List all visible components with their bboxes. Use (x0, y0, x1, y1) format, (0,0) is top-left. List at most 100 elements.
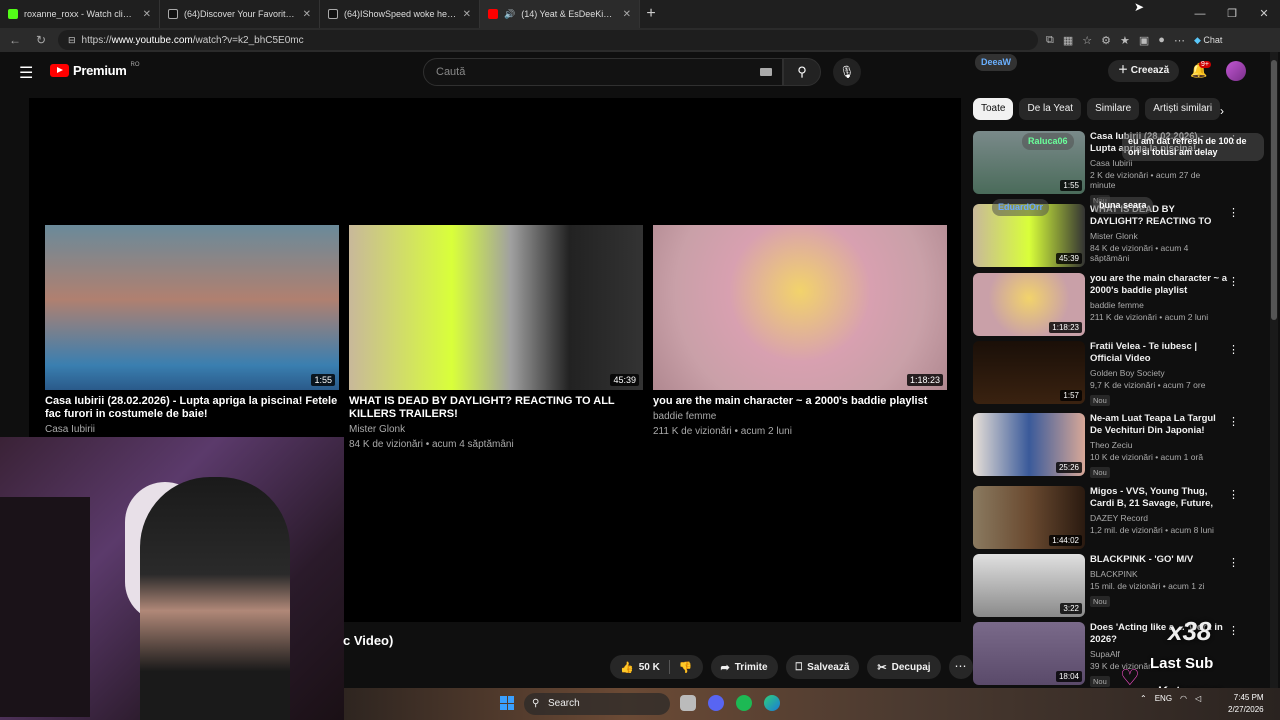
url-bar[interactable]: ⊟ https://www.youtube.com/watch?v=k2_bhC… (58, 30, 1038, 50)
video-thumbnail[interactable]: 1:44:02 (973, 486, 1085, 549)
chevron-up-icon[interactable]: ⌃ (1140, 694, 1147, 703)
favorite-star-icon[interactable]: ☆ (1082, 34, 1092, 47)
channel-name[interactable]: Golden Boy Society (1090, 368, 1228, 378)
browser-tab-tiktok-1[interactable]: (64)Discover Your Favorite Bird: Fu ✕ (160, 0, 320, 28)
channel-name[interactable]: Mister Glonk (1090, 231, 1228, 241)
video-thumbnail[interactable]: 18:04 (973, 622, 1085, 685)
search-input[interactable]: Caută (423, 58, 783, 86)
translate-icon[interactable]: ⧉ (1046, 34, 1054, 47)
browser-tab-youtube[interactable]: 🔊 (14) Yeat & EsDeeKid - Made ✕ (480, 0, 640, 28)
close-tab-icon[interactable]: ✕ (463, 9, 471, 20)
more-options-icon[interactable]: ⋮ (1228, 415, 1239, 428)
language-indicator[interactable]: ENG (1155, 694, 1172, 703)
wifi-icon[interactable]: ◠ (1180, 694, 1187, 703)
video-title[interactable]: WHAT IS DEAD BY DAYLIGHT? REACTING TO AL… (349, 395, 643, 421)
video-thumbnail[interactable]: 1:18:23 (653, 225, 947, 390)
channel-name[interactable]: baddie femme (653, 410, 947, 423)
chip-similar-artists[interactable]: Artiști similari (1145, 98, 1221, 120)
browser-tab-tiktok-2[interactable]: (64)IShowSpeed woke her up but ✕ (320, 0, 480, 28)
voice-search-button[interactable]: 🎙 (833, 58, 861, 86)
collections-icon[interactable]: ▣ (1139, 34, 1149, 47)
site-info-icon[interactable]: ⊟ (68, 35, 76, 46)
maximize-button[interactable]: ❐ (1216, 0, 1248, 28)
scrollbar-thumb[interactable] (1271, 60, 1277, 320)
video-thumbnail[interactable]: 25:26 (973, 413, 1085, 476)
keyboard-icon[interactable] (760, 68, 772, 76)
endscreen-video-2[interactable]: 45:39 WHAT IS DEAD BY DAYLIGHT? REACTING… (349, 225, 643, 451)
taskbar-search[interactable]: ⚲ Search (524, 693, 670, 715)
minimize-button[interactable]: — (1184, 0, 1216, 28)
youtube-logo[interactable]: Premium RO (50, 62, 140, 78)
video-title[interactable]: you are the main character ~ a 2000's ba… (653, 395, 947, 408)
chip-similar[interactable]: Similare (1087, 98, 1140, 120)
video-thumbnail[interactable]: 45:39 (349, 225, 643, 390)
taskbar-clock[interactable]: 7:45 PM 2/27/2026 (1228, 692, 1264, 716)
video-title[interactable]: Fratii Velea - Te iubesc | Official Vide… (1090, 341, 1228, 365)
extensions-icon[interactable]: ⚙ (1101, 34, 1111, 47)
hamburger-menu-icon[interactable]: ☰ (19, 63, 33, 83)
recommendation-item[interactable]: 3:22 BLACKPINK - 'GO' M/V BLACKPINK 15 m… (973, 554, 1243, 620)
split-view-icon[interactable]: ▦ (1063, 34, 1073, 47)
video-title[interactable]: Casa Iubirii (28.02.2026) - Lupta apriga… (45, 395, 339, 421)
speaker-icon[interactable]: 🔊 (504, 9, 515, 20)
back-arrow-icon[interactable]: ← (6, 33, 24, 47)
video-thumbnail[interactable]: 1:18:23 (973, 273, 1085, 336)
close-window-button[interactable]: ✕ (1248, 0, 1280, 28)
channel-name[interactable]: Casa Iubirii (45, 423, 339, 436)
channel-name[interactable]: BLACKPINK (1090, 569, 1228, 579)
chip-from-artist[interactable]: De la Yeat (1019, 98, 1082, 120)
channel-name[interactable]: DAZEY Record (1090, 513, 1228, 523)
file-explorer-icon[interactable] (680, 695, 696, 711)
save-button[interactable]: ⎕ Salvează (785, 655, 860, 679)
chevron-right-icon[interactable]: › (1220, 104, 1224, 118)
recommendation-item[interactable]: 25:26 Ne-am Luat Teapa La Targul De Vech… (973, 413, 1243, 479)
endscreen-video-3[interactable]: 1:18:23 you are the main character ~ a 2… (653, 225, 947, 438)
video-thumbnail[interactable]: 1:57 (973, 341, 1085, 404)
more-options-icon[interactable]: ⋮ (1228, 624, 1239, 637)
endscreen-video-1[interactable]: 1:55 Casa Iubirii (28.02.2026) - Lupta a… (45, 225, 339, 436)
spotify-icon[interactable] (736, 695, 752, 711)
chip-all[interactable]: Toate (973, 98, 1014, 120)
menu-dots-icon[interactable]: ⋯ (1174, 34, 1185, 47)
recommendation-item[interactable]: 1:18:23 you are the main character ~ a 2… (973, 273, 1243, 339)
volume-icon[interactable]: ◁ (1195, 694, 1201, 703)
reload-icon[interactable]: ↻ (32, 33, 50, 47)
new-tab-button[interactable]: + (640, 5, 662, 23)
like-button[interactable]: 👍 50 K 👎 (610, 655, 703, 679)
video-thumbnail[interactable]: 3:22 (973, 554, 1085, 617)
close-tab-icon[interactable]: ✕ (143, 9, 151, 20)
recommendation-item[interactable]: 1:57 Fratii Velea - Te iubesc | Official… (973, 341, 1243, 407)
more-options-icon[interactable]: ⋮ (1228, 556, 1239, 569)
video-title[interactable]: Ne-am Luat Teapa La Targul De Vechituri … (1090, 413, 1228, 437)
discord-icon[interactable] (708, 695, 724, 711)
channel-name[interactable]: Theo Zeciu (1090, 440, 1228, 450)
recommendation-item[interactable]: 1:44:02 Migos - VVS, Young Thug, Cardi B… (973, 486, 1243, 552)
more-options-icon[interactable]: ⋮ (1228, 275, 1239, 288)
browser-tab-kick[interactable]: roxanne_roxx - Watch clips on Kick ✕ (0, 0, 160, 28)
more-options-icon[interactable]: ⋮ (1228, 343, 1239, 356)
channel-name[interactable]: Mister Glonk (349, 423, 643, 436)
video-title[interactable]: you are the main character ~ a 2000's ba… (1090, 273, 1228, 297)
video-title[interactable]: BLACKPINK - 'GO' M/V (1090, 554, 1228, 566)
avatar[interactable] (1226, 61, 1246, 81)
windows-taskbar (344, 688, 1280, 720)
profile-icon[interactable]: ● (1158, 34, 1165, 46)
close-tab-icon[interactable]: ✕ (303, 9, 311, 20)
edge-icon[interactable] (764, 695, 780, 711)
share-button[interactable]: ➦ Trimite (710, 655, 778, 679)
copilot-chat-button[interactable]: ◆ Chat (1194, 35, 1222, 46)
more-actions-button[interactable]: ⋯ (948, 655, 973, 679)
windows-start-icon[interactable] (500, 696, 514, 710)
thumbs-down-icon[interactable]: 👎 (679, 661, 693, 674)
video-title[interactable]: Migos - VVS, Young Thug, Cardi B, 21 Sav… (1090, 486, 1228, 510)
more-options-icon[interactable]: ⋮ (1228, 206, 1239, 219)
close-tab-icon[interactable]: ✕ (623, 9, 631, 20)
clip-button[interactable]: ✂ Decupaj (867, 655, 941, 679)
create-button[interactable]: ＋ Creează (1108, 60, 1180, 82)
channel-name[interactable]: baddie femme (1090, 300, 1228, 310)
video-thumbnail[interactable]: 1:55 (45, 225, 339, 390)
search-button[interactable]: ⚲ (783, 58, 821, 86)
favorites-icon[interactable]: ★ (1120, 34, 1130, 47)
more-options-icon[interactable]: ⋮ (1228, 488, 1239, 501)
browser-tab-strip: roxanne_roxx - Watch clips on Kick ✕ (64… (0, 0, 1280, 28)
